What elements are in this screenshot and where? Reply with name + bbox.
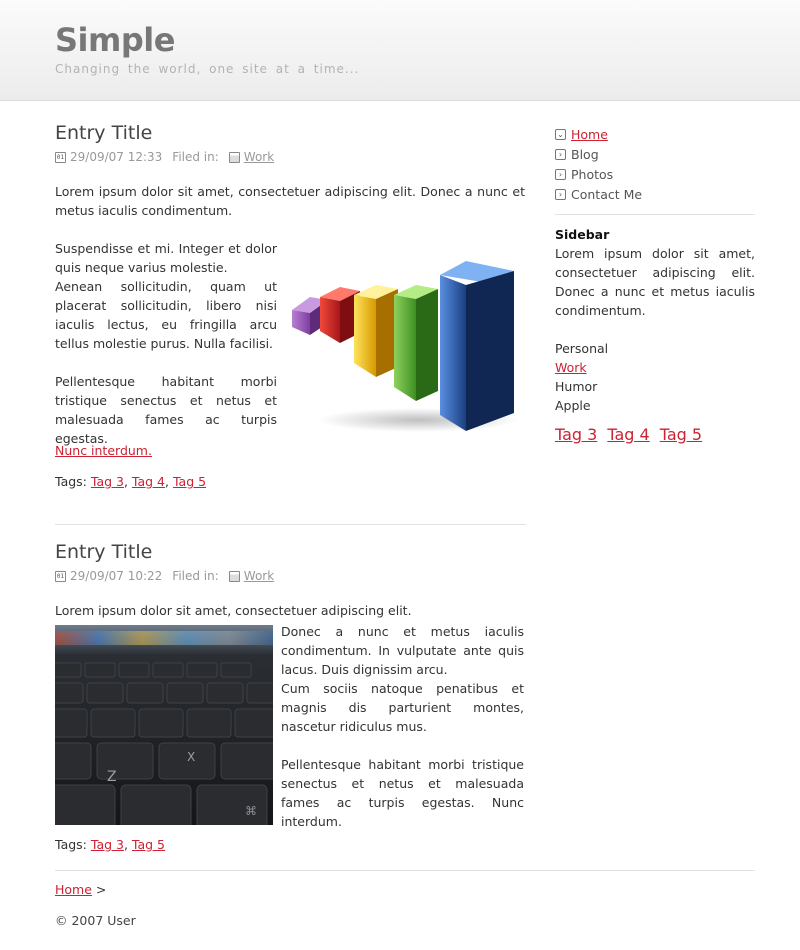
sidebar-item-label[interactable]: Photos: [571, 167, 613, 182]
sidebar-item-label[interactable]: Home: [571, 127, 608, 142]
post-paragraph: Pellentesque habitant morbi tristique se…: [281, 757, 524, 829]
sidebar-item-contact[interactable]: › Contact Me: [555, 184, 642, 204]
breadcrumb-home-link[interactable]: Home: [55, 882, 92, 897]
folder-icon: [228, 570, 240, 582]
category-item[interactable]: Humor: [555, 377, 608, 396]
post-paragraph: Suspendisse et mi. Integer et dolor quis…: [55, 241, 277, 275]
sidebar-heading: Sidebar: [555, 227, 610, 242]
tag-cloud-link[interactable]: Tag 4: [607, 425, 649, 444]
category-item[interactable]: Work: [555, 358, 608, 377]
post-divider: [55, 524, 526, 525]
tag-cloud: Tag 3 Tag 4 Tag 5: [555, 425, 702, 444]
post-category-link[interactable]: Work: [244, 569, 274, 583]
post-date: 29/09/07 12:33: [70, 150, 163, 164]
svg-text:Z: Z: [107, 769, 117, 785]
tag-cloud-link[interactable]: Tag 5: [660, 425, 702, 444]
chevron-down-icon: ⌄: [555, 128, 566, 140]
chevron-right-icon: ›: [555, 188, 566, 200]
site-header: Simple Changing the world, one site at a…: [0, 0, 800, 101]
post-paragraph: Pellentesque habitant morbi tristique se…: [55, 374, 277, 446]
post-paragraph: Cum sociis natoque penatibus et magnis d…: [281, 681, 524, 734]
sidebar-text: Lorem ipsum dolor sit amet, consectetuer…: [555, 246, 755, 318]
chevron-right-icon: ›: [555, 168, 566, 180]
post-title[interactable]: Entry Title: [55, 122, 152, 144]
tags-label: Tags:: [55, 837, 87, 852]
tags-label: Tags:: [55, 474, 87, 489]
post-tags: Tags: Tag 3, Tag 5: [55, 837, 166, 852]
post-category-link[interactable]: Work: [244, 150, 274, 164]
sidebar-nav: ⌄ Home › Blog › Photos › Contact Me: [555, 124, 642, 204]
sidebar-item-home[interactable]: ⌄ Home: [555, 124, 642, 144]
calendar-icon: 01: [55, 151, 66, 163]
post-intro: Lorem ipsum dolor sit amet, consectetuer…: [55, 184, 525, 218]
tag-link[interactable]: Tag 4: [132, 474, 165, 489]
post-body: Suspendisse et mi. Integer et dolor quis…: [55, 239, 277, 448]
sidebar-item-label[interactable]: Blog: [571, 147, 599, 162]
post-body: Donec a nunc et metus iaculis condimentu…: [281, 622, 524, 831]
category-list: Personal Work Humor Apple: [555, 339, 608, 415]
tag-cloud-link[interactable]: Tag 3: [555, 425, 597, 444]
sidebar-divider: [555, 214, 755, 215]
tag-link[interactable]: Tag 5: [173, 474, 206, 489]
post-tags: Tags: Tag 3, Tag 4, Tag 5: [55, 474, 207, 489]
breadcrumb-separator: >: [95, 882, 107, 897]
sidebar-item-blog[interactable]: › Blog: [555, 144, 642, 164]
post-date: 29/09/07 10:22: [70, 569, 163, 583]
sidebar-item-label[interactable]: Contact Me: [571, 187, 642, 202]
folder-icon: [228, 151, 240, 163]
copyright: © 2007 User: [55, 913, 136, 928]
filed-in-label: Filed in:: [172, 569, 219, 583]
tag-link[interactable]: Tag 3: [91, 474, 124, 489]
tag-link[interactable]: Tag 3: [91, 837, 124, 852]
site-tagline: Changing the world, one site at a time..…: [55, 62, 360, 76]
footer-divider: [55, 870, 755, 871]
keyboard-photo: Z X ⌘: [55, 625, 273, 825]
post-meta: 01 29/09/07 10:22 Filed in: Work: [55, 569, 274, 583]
post-meta: 01 29/09/07 12:33 Filed in: Work: [55, 150, 274, 164]
calendar-icon: 01: [55, 570, 66, 582]
tag-link[interactable]: Tag 5: [132, 837, 165, 852]
category-item[interactable]: Apple: [555, 396, 608, 415]
sidebar-item-photos[interactable]: › Photos: [555, 164, 642, 184]
breadcrumb: Home >: [55, 882, 106, 897]
post-paragraph: Donec a nunc et metus iaculis condimentu…: [281, 624, 524, 677]
bar-chart-illustration: [292, 261, 518, 432]
filed-in-label: Filed in:: [172, 150, 219, 164]
svg-text:⌘: ⌘: [245, 804, 257, 818]
post-title[interactable]: Entry Title: [55, 541, 152, 563]
post-intro: Lorem ipsum dolor sit amet, consectetuer…: [55, 603, 412, 618]
read-more-link[interactable]: Nunc interdum.: [55, 443, 152, 458]
category-link[interactable]: Work: [555, 360, 587, 375]
post-paragraph: Aenean sollicitudin, quam ut placerat so…: [55, 279, 277, 351]
svg-text:X: X: [187, 750, 195, 764]
category-item[interactable]: Personal: [555, 339, 608, 358]
chevron-right-icon: ›: [555, 148, 566, 160]
site-title[interactable]: Simple: [55, 21, 175, 59]
